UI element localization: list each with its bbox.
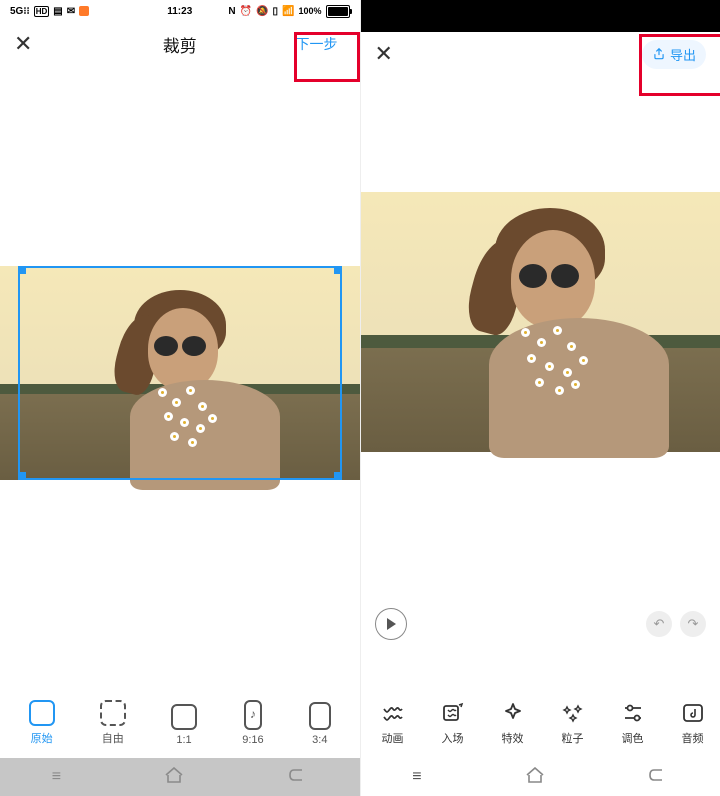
close-icon[interactable]: ✕ bbox=[375, 43, 393, 65]
edit-topbar: ✕ 导出 bbox=[361, 32, 720, 76]
animation-icon bbox=[381, 701, 405, 725]
fx-label: 动画 bbox=[382, 730, 404, 746]
nav-home-icon[interactable] bbox=[525, 767, 545, 788]
hd-icon: HD bbox=[34, 6, 50, 17]
undo-button[interactable]: ↶ bbox=[646, 611, 672, 637]
music-icon bbox=[681, 701, 705, 725]
crop-ratio-toolbar: 原始 自由 1:1 9:16 3:4 bbox=[0, 700, 360, 746]
fx-label: 入场 bbox=[442, 730, 464, 746]
crop-option-original[interactable]: 原始 bbox=[29, 700, 55, 746]
nav-back-icon[interactable] bbox=[288, 768, 308, 787]
crop-option-label: 1:1 bbox=[176, 734, 191, 746]
fx-color[interactable]: 调色 bbox=[611, 701, 655, 746]
crop-option-label: 9:16 bbox=[242, 734, 263, 746]
page-title: 裁剪 bbox=[163, 32, 197, 57]
crop-option-9-16[interactable]: 9:16 bbox=[242, 700, 263, 746]
export-icon bbox=[652, 47, 666, 61]
crop-option-free[interactable]: 自由 bbox=[100, 700, 126, 746]
system-nav-bar: ≡ bbox=[361, 758, 720, 796]
effects-toolbar: 动画 入场 特效 粒子 调色 音频 bbox=[361, 701, 720, 746]
crop-option-label: 3:4 bbox=[312, 734, 327, 746]
wifi-icon: 📶 bbox=[282, 6, 294, 17]
crop-canvas[interactable] bbox=[0, 266, 360, 480]
sim-icon: ▯ bbox=[273, 6, 279, 17]
play-button[interactable] bbox=[375, 608, 407, 640]
black-status-strip bbox=[361, 0, 720, 32]
crop-option-1-1[interactable]: 1:1 bbox=[171, 704, 197, 746]
fx-label: 特效 bbox=[502, 730, 524, 746]
crop-option-3-4[interactable]: 3:4 bbox=[309, 702, 331, 746]
fx-label: 音频 bbox=[682, 730, 704, 746]
system-nav-bar: ≡ bbox=[0, 758, 360, 796]
fx-animation[interactable]: 动画 bbox=[371, 701, 415, 746]
fx-particles[interactable]: 粒子 bbox=[551, 701, 595, 746]
fx-effects[interactable]: 特效 bbox=[491, 701, 535, 746]
playback-row: ↶ ↷ bbox=[361, 608, 720, 640]
redo-button[interactable]: ↷ bbox=[680, 611, 706, 637]
photo-preview bbox=[0, 266, 360, 480]
battery-pct: 100% bbox=[298, 6, 321, 16]
nav-recents-icon[interactable]: ≡ bbox=[412, 768, 421, 786]
sliders-icon bbox=[621, 701, 645, 725]
enter-icon bbox=[441, 701, 465, 725]
fx-enter[interactable]: 入场 bbox=[431, 701, 475, 746]
status-time: 11:23 bbox=[167, 6, 192, 17]
battery-icon bbox=[326, 5, 350, 18]
mute-icon: 🔕 bbox=[256, 6, 268, 17]
card-icon: ▤ bbox=[53, 6, 62, 17]
nav-back-icon[interactable] bbox=[648, 768, 668, 787]
signal-5g-icon: 5G⁝⁝ bbox=[10, 6, 30, 17]
crop-topbar: ✕ 裁剪 下一步 bbox=[0, 22, 360, 66]
photo-preview bbox=[361, 192, 720, 452]
nfc-icon: N bbox=[228, 6, 235, 17]
export-label: 导出 bbox=[670, 45, 696, 64]
status-bar: 5G⁝⁝ HD ▤ ✉ 11:23 N ⏰ 🔕 ▯ 📶 100% bbox=[0, 0, 360, 22]
alarm-icon: ⏰ bbox=[240, 6, 252, 17]
wechat-icon: ✉ bbox=[67, 6, 75, 17]
close-icon[interactable]: ✕ bbox=[14, 33, 32, 55]
particles-icon bbox=[561, 701, 585, 725]
fx-label: 粒子 bbox=[562, 730, 584, 746]
app-badge-icon bbox=[79, 6, 89, 16]
sparkle-icon bbox=[501, 701, 525, 725]
export-button[interactable]: 导出 bbox=[642, 40, 706, 69]
edit-canvas[interactable] bbox=[361, 192, 720, 452]
crop-option-label: 自由 bbox=[102, 730, 124, 746]
crop-option-label: 原始 bbox=[31, 730, 53, 746]
next-step-button[interactable]: 下一步 bbox=[288, 30, 346, 58]
fx-label: 调色 bbox=[622, 730, 644, 746]
fx-audio[interactable]: 音频 bbox=[671, 701, 715, 746]
nav-home-icon[interactable] bbox=[164, 767, 184, 788]
nav-recents-icon[interactable]: ≡ bbox=[52, 768, 61, 786]
